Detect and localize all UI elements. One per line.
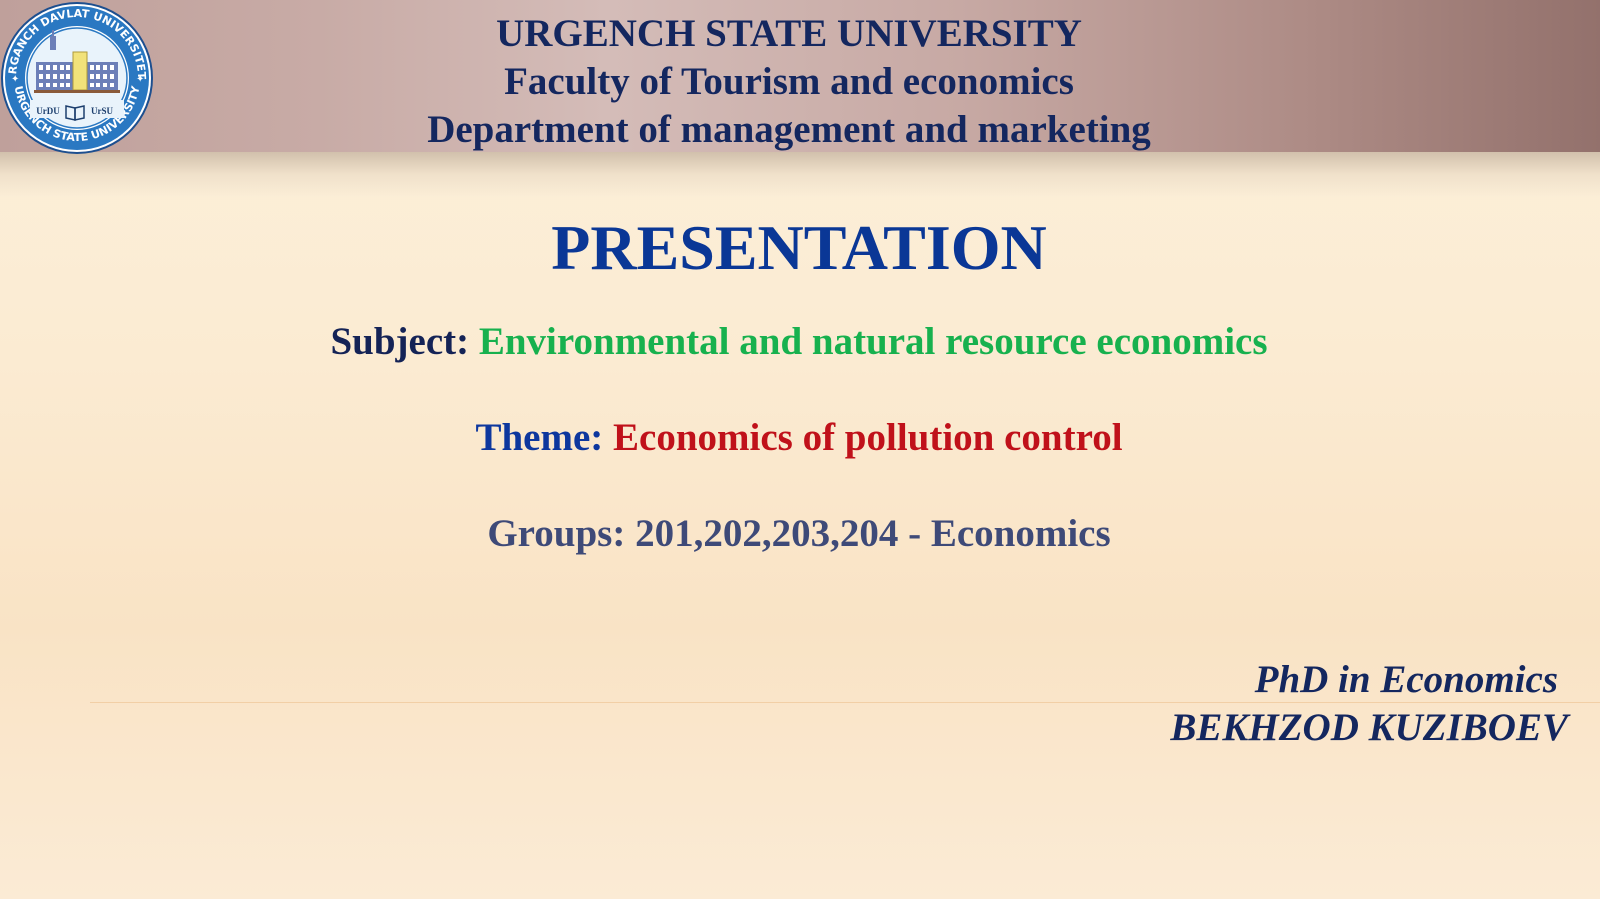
- faculty-name: Faculty of Tourism and economics: [504, 60, 1074, 103]
- author-degree: PhD in Economics: [1254, 658, 1558, 701]
- presentation-slide: URGENCH STATE UNIVERSITY Faculty of Tour…: [0, 0, 1600, 899]
- theme-line: Theme: Economics of pollution control: [0, 414, 1598, 462]
- logo-badge-right: UrSU: [91, 106, 113, 116]
- author-block: PhD in Economics BEKHZOD KUZIBOEV: [1170, 656, 1568, 752]
- header-text-block: URGENCH STATE UNIVERSITY Faculty of Tour…: [0, 10, 1578, 154]
- header-shadow: [0, 152, 1600, 197]
- author-name: BEKHZOD KUZIBOEV: [1170, 706, 1568, 749]
- logo-badge-left: UrDU: [36, 106, 60, 116]
- logo-star-left: ✦: [11, 74, 19, 85]
- university-name: URGENCH STATE UNIVERSITY: [496, 12, 1082, 55]
- logo-star-right: ✦: [136, 74, 144, 85]
- subject-line: Subject: Environmental and natural resou…: [0, 318, 1598, 366]
- subject-label: Subject:: [330, 320, 470, 363]
- university-logo: URGANCH DAVLAT UNIVERSITETI URGENCH STAT…: [0, 0, 153, 154]
- department-name: Department of management and marketing: [427, 108, 1151, 151]
- theme-label: Theme:: [475, 416, 604, 459]
- presentation-title: PRESENTATION: [551, 212, 1047, 283]
- subject-value: Environmental and natural resource econo…: [478, 320, 1268, 363]
- theme-value: Economics of pollution control: [613, 416, 1123, 459]
- groups-line: Groups: 201,202,203,204 - Economics: [487, 512, 1111, 555]
